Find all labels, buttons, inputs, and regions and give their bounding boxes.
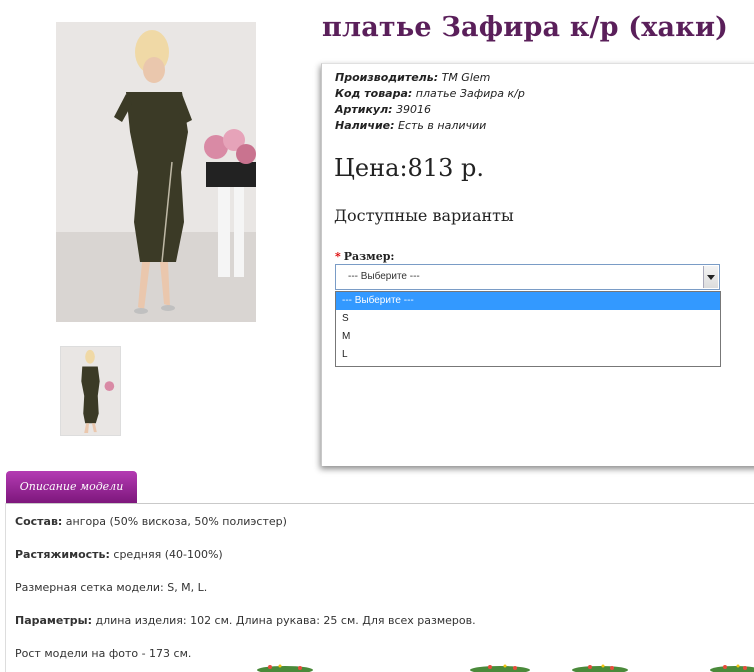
size-select[interactable]: --- Выберите --- bbox=[335, 264, 720, 290]
size-dropdown-list[interactable]: --- Выберите --- S M L bbox=[335, 291, 721, 367]
desc-parameters: Параметры: длина изделия: 102 см. Длина … bbox=[15, 614, 476, 627]
desc-key: Растяжимость: bbox=[15, 548, 110, 561]
tab-model-description[interactable]: Описание модели bbox=[6, 471, 137, 503]
info-availability: Наличие: Есть в наличии bbox=[335, 119, 486, 132]
size-label: * Размер: bbox=[335, 250, 395, 263]
info-key: Производитель: bbox=[335, 71, 439, 84]
info-product-code: Код товара: платье Зафира к/р bbox=[335, 87, 525, 100]
desc-composition: Состав: ангора (50% вискоза, 50% полиэст… bbox=[15, 515, 287, 528]
chevron-down-icon[interactable] bbox=[703, 266, 718, 288]
info-article: Артикул: 39016 bbox=[335, 103, 431, 116]
variants-heading: Доступные варианты bbox=[334, 206, 514, 225]
size-option-m[interactable]: M bbox=[336, 328, 720, 346]
desc-key: Параметры: bbox=[15, 614, 92, 627]
required-mark: * bbox=[335, 250, 341, 263]
desc-value: Рост модели на фото - 173 см. bbox=[15, 647, 192, 660]
desc-key: Состав: bbox=[15, 515, 63, 528]
product-thumbnail[interactable] bbox=[60, 346, 121, 436]
info-key: Артикул: bbox=[335, 103, 393, 116]
info-value: Есть в наличии bbox=[398, 119, 487, 132]
size-label-text: Размер: bbox=[343, 250, 395, 263]
desc-model-height: Рост модели на фото - 173 см. bbox=[15, 647, 191, 660]
tab-content-border bbox=[5, 503, 6, 672]
info-value[interactable]: ТМ Glem bbox=[442, 71, 491, 84]
product-info-panel: Производитель: ТМ Glem Код товара: плать… bbox=[321, 63, 754, 466]
desc-size-grid: Размерная сетка модели: S, M, L. bbox=[15, 581, 207, 594]
desc-stretch: Растяжимость: средняя (40-100%) bbox=[15, 548, 223, 561]
garland-decoration bbox=[257, 664, 754, 672]
info-key: Наличие: bbox=[335, 119, 395, 132]
info-value: 39016 bbox=[396, 103, 432, 116]
desc-value: ангора (50% вискоза, 50% полиэстер) bbox=[62, 515, 287, 528]
desc-value: средняя (40-100%) bbox=[109, 548, 223, 561]
product-main-image[interactable] bbox=[56, 22, 256, 322]
product-price: Цена:813 р. bbox=[334, 154, 484, 182]
size-option-l[interactable]: L bbox=[336, 346, 720, 364]
info-value: платье Зафира к/р bbox=[415, 87, 525, 100]
desc-value: Размерная сетка модели: S, M, L. bbox=[15, 581, 208, 594]
info-manufacturer: Производитель: ТМ Glem bbox=[335, 71, 490, 84]
tab-divider bbox=[6, 503, 754, 504]
product-title: платье Зафира к/р (хаки) bbox=[322, 12, 729, 43]
size-select-value: --- Выберите --- bbox=[348, 271, 420, 282]
info-key: Код товара: bbox=[335, 87, 413, 100]
desc-value: длина изделия: 102 см. Длина рукава: 25 … bbox=[91, 614, 476, 627]
size-option-s[interactable]: S bbox=[336, 310, 720, 328]
size-option-placeholder[interactable]: --- Выберите --- bbox=[336, 292, 720, 310]
